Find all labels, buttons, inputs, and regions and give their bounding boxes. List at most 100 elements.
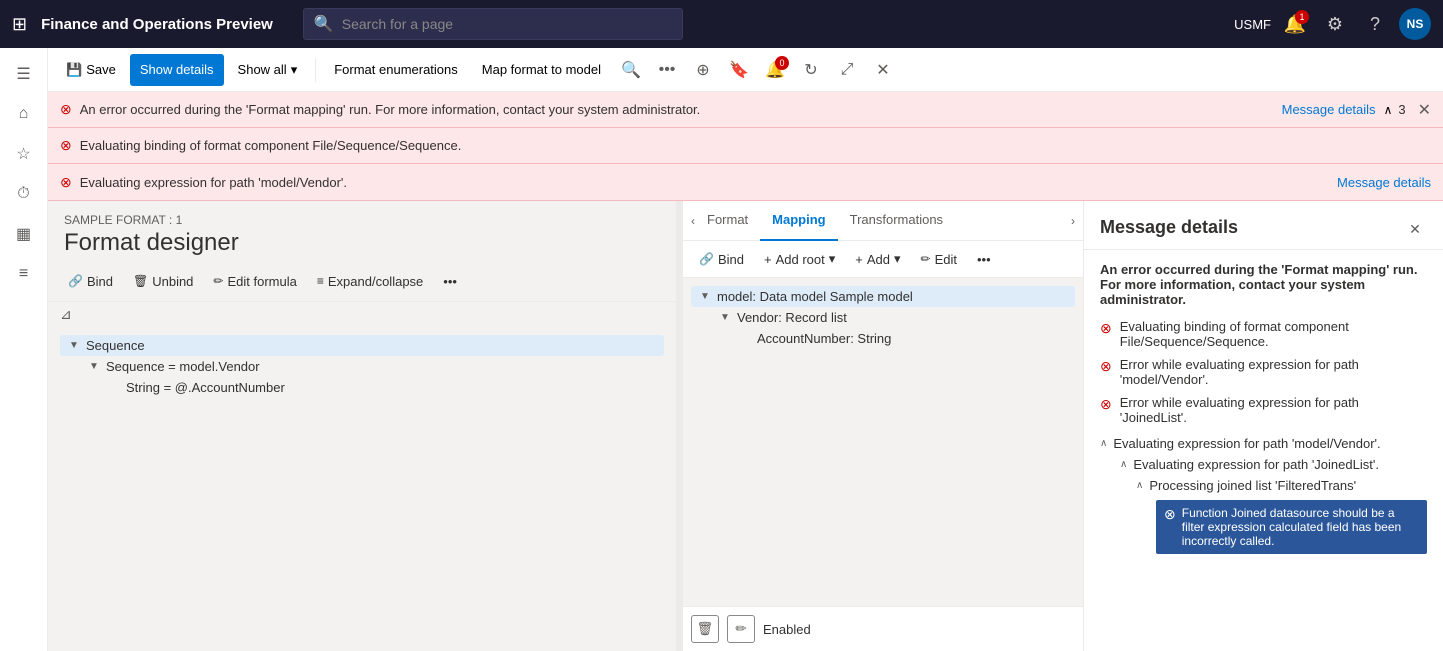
chevron-vendor: ∧ [1100,438,1107,449]
format-tree: ▼ Sequence ▼ Sequence = model.Vendor ▶ S… [48,327,676,651]
error-icon-2: ⊗ [60,137,72,154]
message-details-link-2[interactable]: Message details [1337,175,1431,190]
sidebar-item-workspaces[interactable]: ▦ [6,216,42,252]
sidebar-item-modules[interactable]: ≡ [6,256,42,292]
edit-formula-button[interactable]: ✏ Edit formula [205,267,304,295]
err-icon-2: ⊗ [1100,358,1112,375]
mapping-item-vendor[interactable]: ▼ Vendor: Record list [711,307,1075,328]
alert-button[interactable]: 🔔 0 [759,54,791,86]
sidebar-item-menu[interactable]: ☰ [6,56,42,92]
message-panel-close-button[interactable]: ✕ [1403,217,1427,241]
mapping-item-model[interactable]: ▼ model: Data model Sample model [691,286,1075,307]
mapping-edit-button[interactable]: ✏ Edit [913,245,965,273]
toggle-vendor[interactable]: ▼ [717,312,733,323]
designer-area: SAMPLE FORMAT : 1 Format designer 🔗 Bind… [48,201,1443,651]
message-item-1: ⊗ Evaluating binding of format component… [1100,319,1427,349]
message-section-header-vendor[interactable]: ∧ Evaluating expression for path 'model/… [1100,433,1427,454]
mapping-toolbar: 🔗 Bind + Add root ▾ + Add ▾ ✏ [683,241,1083,278]
cursor-button[interactable]: ⊕ [687,54,719,86]
left-pane-header: SAMPLE FORMAT : 1 Format designer [48,201,676,261]
more-toolbar-button[interactable]: ••• [651,54,683,86]
bookmark-button[interactable]: 🔖 [723,54,755,86]
add-chevron: ▾ [894,251,901,267]
message-summary: An error occurred during the 'Format map… [1100,262,1427,307]
tab-right-arrow[interactable]: › [1071,214,1075,228]
message-sub-header-filteredtrans[interactable]: ∧ Processing joined list 'FilteredTrans' [1136,475,1427,496]
edit-footer-icon: ✏ [735,621,746,637]
more-left-button[interactable]: ••• [435,267,465,295]
grid-icon[interactable]: ⊞ [12,14,27,35]
close-toolbar-button[interactable]: ✕ [867,54,899,86]
add-button[interactable]: + Add ▾ [847,245,908,273]
dismiss-error-button[interactable]: ✕ [1418,100,1431,120]
toggle-model[interactable]: ▼ [697,291,713,302]
open-new-button[interactable]: ⤢ [831,54,863,86]
map-format-to-model-button[interactable]: Map format to model [472,54,611,86]
search-box: 🔍 [303,8,683,40]
sidebar-item-favorites[interactable]: ☆ [6,136,42,172]
sidebar-item-home[interactable]: ⌂ [6,96,42,132]
save-button[interactable]: 💾 Save [56,54,126,86]
link-icon-mapping: 🔗 [699,252,714,266]
show-details-button[interactable]: Show details [130,54,224,86]
help-button[interactable]: ? [1359,8,1391,40]
tree-item-string[interactable]: ▶ String = @.AccountNumber [100,377,664,398]
sidebar: ☰ ⌂ ☆ ⏱ ▦ ≡ [0,48,48,651]
refresh-button[interactable]: ↻ [795,54,827,86]
mapping-footer: 🗑 ✏ Enabled [683,606,1083,651]
workspace-icon: ▦ [16,224,31,244]
tree-item-sequence[interactable]: ▼ Sequence [60,335,664,356]
message-item-text-2: Error while evaluating expression for pa… [1120,357,1427,387]
mapping-more-button[interactable]: ••• [969,245,999,273]
sidebar-item-recent[interactable]: ⏱ [6,176,42,212]
left-pane: SAMPLE FORMAT : 1 Format designer 🔗 Bind… [48,201,677,651]
tab-format[interactable]: Format [695,201,760,241]
collapse-icon: ∧ [1384,103,1393,117]
search-toolbar-button[interactable]: 🔍 [615,54,647,86]
message-section-content-vendor: ∧ Evaluating expression for path 'Joined… [1100,454,1427,554]
message-details-link-1[interactable]: Message details [1282,102,1376,117]
search-input[interactable] [342,16,672,32]
chevron-down-icon: ▾ [291,62,298,78]
message-panel-header: Message details ✕ [1084,201,1443,250]
filter-icon[interactable]: ⊿ [60,306,72,323]
format-enumerations-button[interactable]: Format enumerations [324,54,468,86]
expand-collapse-button[interactable]: ≡ Expand/collapse [309,267,431,295]
tab-transformations[interactable]: Transformations [838,201,955,241]
mapping-bind-button[interactable]: 🔗 Bind [691,245,752,273]
sub-label-filteredtrans: Processing joined list 'FilteredTrans' [1149,478,1356,493]
error-icon-1: ⊗ [60,101,72,118]
alert-badge: 0 [775,56,789,70]
error-icon-3: ⊗ [60,174,72,191]
delete-footer-button[interactable]: 🗑 [691,615,719,643]
msg-err-icon: ⊗ [1164,506,1176,523]
unbind-button[interactable]: 🗑 Unbind [125,267,201,295]
mapping-label-account: AccountNumber: String [757,331,891,346]
tree-item-sequence-vendor[interactable]: ▼ Sequence = model.Vendor [80,356,664,377]
mapping-label-vendor: Vendor: Record list [737,310,847,325]
toggle-sequence[interactable]: ▼ [66,340,82,351]
bookmark-icon: 🔖 [729,60,749,80]
edit-footer-button[interactable]: ✏ [727,615,755,643]
tree-children-sequence: ▼ Sequence = model.Vendor ▶ String = @.A… [60,356,664,398]
section-label-vendor: Evaluating expression for path 'model/Ve… [1113,436,1380,451]
clock-icon: ⏱ [17,185,29,203]
add-root-button[interactable]: + Add root ▾ [756,245,843,273]
filter-area: ⊿ [48,302,676,327]
mapping-item-account[interactable]: ▶ AccountNumber: String [731,328,1075,349]
user-avatar[interactable]: NS [1399,8,1431,40]
tab-mapping[interactable]: Mapping [760,201,837,241]
notification-button[interactable]: 🔔 1 [1279,8,1311,40]
message-sub-section-joinedlist: ∧ Evaluating expression for path 'Joined… [1120,454,1427,554]
chevron-filteredtrans: ∧ [1136,480,1143,491]
add-root-chevron: ▾ [829,251,836,267]
bind-button[interactable]: 🔗 Bind [60,267,121,295]
env-label: USMF [1234,17,1271,32]
top-nav: ⊞ Finance and Operations Preview 🔍 USMF … [0,0,1443,48]
show-all-button[interactable]: Show all ▾ [228,54,308,86]
message-sub-header-joinedlist[interactable]: ∧ Evaluating expression for path 'Joined… [1120,454,1427,475]
message-section-vendor: ∧ Evaluating expression for path 'model/… [1100,433,1427,554]
message-item-2: ⊗ Error while evaluating expression for … [1100,357,1427,387]
settings-button[interactable]: ⚙ [1319,8,1351,40]
toggle-sequence-vendor[interactable]: ▼ [86,361,102,372]
